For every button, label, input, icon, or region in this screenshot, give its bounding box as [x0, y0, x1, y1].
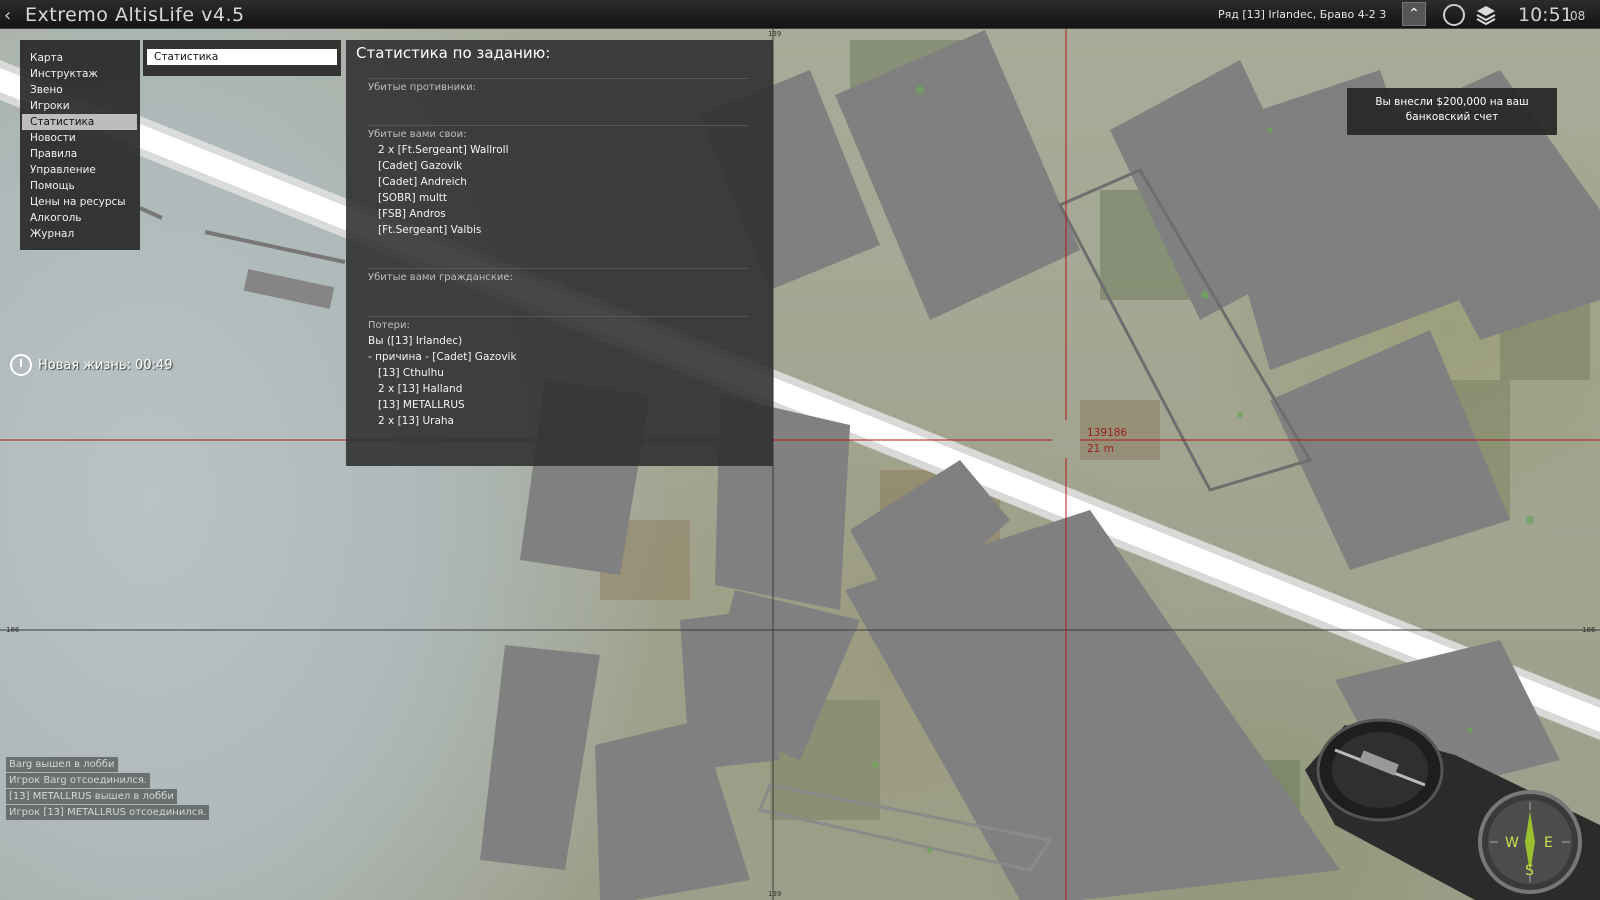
- list-item: [FSB] Andros: [378, 208, 446, 220]
- list-item: 2 x [Ft.Sergeant] Wallroll: [378, 144, 509, 156]
- list-item: [13] Cthulhu: [378, 367, 444, 379]
- list-item: 2 x [13] Uraha: [378, 415, 454, 427]
- grid-label-right: 186: [1582, 626, 1596, 634]
- top-bar: ‹ Extremo AltisLife v4.5 Ряд [13] Irland…: [0, 0, 1600, 29]
- list-item: [13] METALLRUS: [378, 399, 465, 411]
- divider: [368, 268, 748, 269]
- clock-seconds: 08: [1570, 9, 1586, 23]
- menu-item-controls[interactable]: Управление: [20, 162, 140, 178]
- cursor-coordinates: 139186: [1087, 427, 1128, 439]
- menu-item-squad[interactable]: Звено: [20, 82, 140, 98]
- statistics-title: Статистика по заданию:: [356, 44, 551, 62]
- compass-west: W: [1505, 835, 1519, 851]
- menu-item-news[interactable]: Новости: [20, 130, 140, 146]
- menu-item-alcohol[interactable]: Алкоголь: [20, 210, 140, 226]
- list-item: [SOBR] multt: [378, 192, 447, 204]
- chevron-up-icon: ⌃: [1408, 6, 1420, 22]
- list-item: 2 x [13] Halland: [378, 383, 463, 395]
- sub-tab-panel: Статистика: [143, 40, 341, 76]
- enemies-killed-heading: Убитые противники:: [368, 82, 476, 93]
- respawn-timer: Новая жизнь: 00:49: [38, 358, 173, 373]
- deposit-notification: Вы внесли $200,000 на ваш банковский сче…: [1347, 88, 1557, 135]
- divider: [368, 78, 748, 79]
- list-item: [Cadet] Gazovik: [378, 160, 463, 172]
- chevron-up-button[interactable]: ⌃: [1402, 2, 1426, 26]
- menu-item-log[interactable]: Журнал: [20, 226, 140, 242]
- notification-line: Вы внесли $200,000 на ваш: [1375, 96, 1529, 108]
- menu-item-briefing[interactable]: Инструктаж: [20, 66, 140, 82]
- list-item: [Ft.Sergeant] Valbis: [378, 224, 482, 236]
- cursor-distance: 21 m: [1087, 443, 1114, 455]
- friendly-kills-heading: Убитые вами свои:: [368, 129, 467, 140]
- compass-icon[interactable]: W E S: [1305, 715, 1600, 900]
- clock-time: 10:51: [1518, 4, 1573, 26]
- list-item: [Cadet] Andreich: [378, 176, 467, 188]
- notification-line: банковский счет: [1405, 111, 1499, 123]
- compass-east: E: [1544, 835, 1553, 851]
- divider: [368, 125, 748, 126]
- losses-heading: Потери:: [368, 320, 410, 331]
- divider: [368, 316, 748, 317]
- back-icon[interactable]: ‹: [4, 5, 11, 26]
- statistics-panel: Статистика по заданию: Убитые противники…: [346, 40, 773, 466]
- menu-item-resource-prices[interactable]: Цены на ресурсы: [20, 194, 140, 210]
- unit-info: Ряд [13] Irlandec, Браво 4-2 3: [1218, 8, 1387, 21]
- menu-item-statistics[interactable]: Статистика: [22, 114, 137, 130]
- menu-item-map[interactable]: Карта: [20, 50, 140, 66]
- chat-message: Barg вышел в лобби: [6, 757, 118, 772]
- layers-icon[interactable]: [1475, 4, 1497, 26]
- grid-label-top: 139: [768, 30, 782, 38]
- gps-ring-icon[interactable]: [1443, 4, 1465, 26]
- briefing-menu: Карта Инструктаж Звено Игроки Статистика…: [20, 40, 140, 250]
- menu-item-players[interactable]: Игроки: [20, 98, 140, 114]
- chat-message: Игрок [13] METALLRUS отсоединился.: [6, 805, 210, 820]
- civilian-kills-heading: Убитые вами гражданские:: [368, 272, 513, 283]
- chat-message: [13] METALLRUS вышел в лобби: [6, 789, 177, 804]
- grid-label-left: 186: [6, 626, 20, 634]
- menu-item-help[interactable]: Помощь: [20, 178, 140, 194]
- menu-item-rules[interactable]: Правила: [20, 146, 140, 162]
- chat-message: Игрок Barg отсоединился.: [6, 773, 151, 788]
- tab-statistics[interactable]: Статистика: [147, 49, 337, 65]
- app-title: Extremo AltisLife v4.5: [25, 4, 245, 26]
- grid-label-bottom: 139: [768, 890, 782, 898]
- stopwatch-icon: [10, 354, 32, 376]
- list-item: - причина - [Cadet] Gazovik: [368, 351, 517, 363]
- list-item: Вы ([13] Irlandec): [368, 335, 463, 347]
- compass-south: S: [1525, 863, 1534, 879]
